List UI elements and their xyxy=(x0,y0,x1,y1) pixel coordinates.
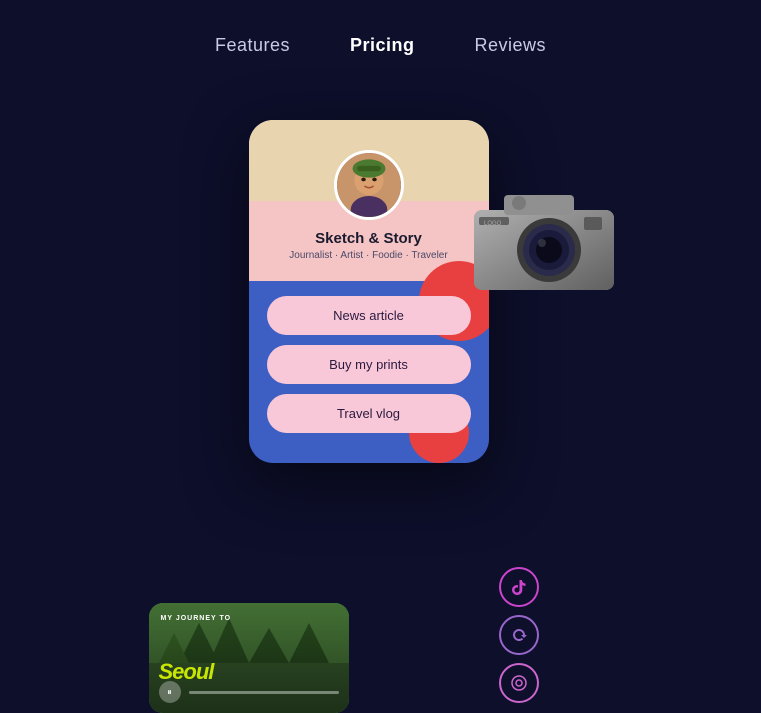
refresh-icon[interactable] xyxy=(499,615,539,655)
profile-subtitle: Journalist · Artist · Foodie · Traveler xyxy=(289,250,447,261)
link-news-article[interactable]: News article xyxy=(267,296,471,335)
avatar xyxy=(334,150,404,220)
play-pause-button[interactable]: ⏸ xyxy=(159,681,181,703)
social-icons-container xyxy=(499,567,539,703)
main-nav: Features Pricing Reviews xyxy=(0,0,761,56)
nav-pricing[interactable]: Pricing xyxy=(350,35,415,56)
link-buy-prints[interactable]: Buy my prints xyxy=(267,345,471,384)
camera-image: LOGO xyxy=(454,175,634,305)
profile-name: Sketch & Story xyxy=(315,230,422,247)
card-top: Sketch & Story Journalist · Artist · Foo… xyxy=(249,120,489,281)
video-card: MY JOURNEY TO Seoul ⏸ xyxy=(149,603,349,713)
video-controls: ⏸ xyxy=(159,681,339,703)
link-travel-vlog[interactable]: Travel vlog xyxy=(267,394,471,433)
video-tag: MY JOURNEY TO xyxy=(161,615,232,622)
tiktok-icon[interactable] xyxy=(499,567,539,607)
card-bottom: News article Buy my prints Travel vlog xyxy=(249,281,489,463)
video-progress-bar[interactable] xyxy=(189,691,339,694)
video-title: Seoul xyxy=(159,661,214,683)
avatar-image xyxy=(337,153,401,217)
profile-card: Sketch & Story Journalist · Artist · Foo… xyxy=(249,120,489,463)
nav-reviews[interactable]: Reviews xyxy=(475,35,547,56)
svg-text:LOGO: LOGO xyxy=(484,221,502,227)
github-icon[interactable] xyxy=(499,663,539,703)
nav-features[interactable]: Features xyxy=(215,35,290,56)
